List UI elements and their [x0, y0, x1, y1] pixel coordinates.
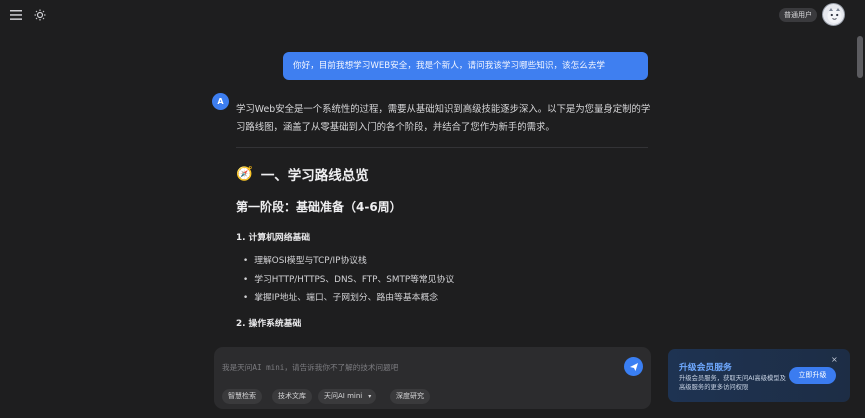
smart-search-chip[interactable]: 智慧检索 [222, 389, 262, 404]
network-topic-list: 理解OSI模型与TCP/IP协议栈 学习HTTP/HTTPS、DNS、FTP、S… [243, 252, 454, 308]
scrollbar-thumb[interactable] [857, 36, 863, 78]
assistant-intro-text: 学习Web安全是一个系统性的过程，需要从基础知识到高级技能逐步深入。以下是为您量… [236, 104, 651, 133]
deep-research-chip[interactable]: 深度研究 [390, 389, 430, 404]
user-level-badge[interactable]: 普通用户 [779, 8, 817, 22]
model-select-chip[interactable]: 天问AI mini ▾ [318, 389, 377, 404]
section-heading-text: 一、学习路线总览 [260, 168, 369, 184]
assistant-avatar: A [212, 93, 229, 110]
top-bar: 普通用户 [0, 0, 865, 30]
section-divider [236, 147, 648, 148]
chevron-down-icon: ▾ [368, 393, 372, 400]
promo-description: 升级会员服务，获取天问AI高级模型及高级服务的更多访问权限 [679, 375, 786, 391]
promo-title: 升级会员服务 [679, 363, 732, 373]
avatar-icon[interactable] [822, 3, 845, 26]
list-item: 掌握IP地址、端口、子网划分、路由等基本概念 [243, 289, 454, 308]
menu-icon[interactable] [8, 7, 24, 23]
topic-os-heading: 2. 操作系统基础 [236, 319, 302, 329]
send-button[interactable] [624, 357, 643, 376]
user-message-bubble: 你好，目前我想学习WEB安全，我是个新人，请问我该学习哪些知识，该怎么去学 [283, 52, 648, 80]
compass-icon: 🧭 [236, 166, 253, 182]
sun-icon[interactable] [32, 7, 48, 23]
upgrade-promo-card: 升级会员服务 升级会员服务，获取天问AI高级模型及高级服务的更多访问权限 立即升… [668, 349, 850, 402]
tech-library-chip[interactable]: 技术文库 [272, 389, 312, 404]
upgrade-button[interactable]: 立即升级 [789, 367, 836, 384]
phase-heading: 第一阶段：基础准备（4-6周） [236, 200, 402, 214]
list-item: 学习HTTP/HTTPS、DNS、FTP、SMTP等常见协议 [243, 271, 454, 290]
send-icon [629, 362, 638, 371]
list-item: 理解OSI模型与TCP/IP协议栈 [243, 252, 454, 271]
chat-input[interactable] [222, 359, 602, 375]
model-select-label: 天问AI mini [324, 392, 363, 400]
message-composer: 智慧检索 技术文库 天问AI mini ▾ 深度研究 [214, 347, 651, 409]
close-icon[interactable]: × [831, 356, 838, 364]
app-window: 普通用户 你好，目前我想学习WEB安全，我是个新人，请问我该学习哪些知识，该怎么… [0, 0, 865, 418]
section-heading: 🧭 一、学习路线总览 [236, 164, 369, 184]
chat-scrollbar[interactable] [857, 30, 863, 418]
topic-network-heading: 1. 计算机网络基础 [236, 233, 311, 243]
